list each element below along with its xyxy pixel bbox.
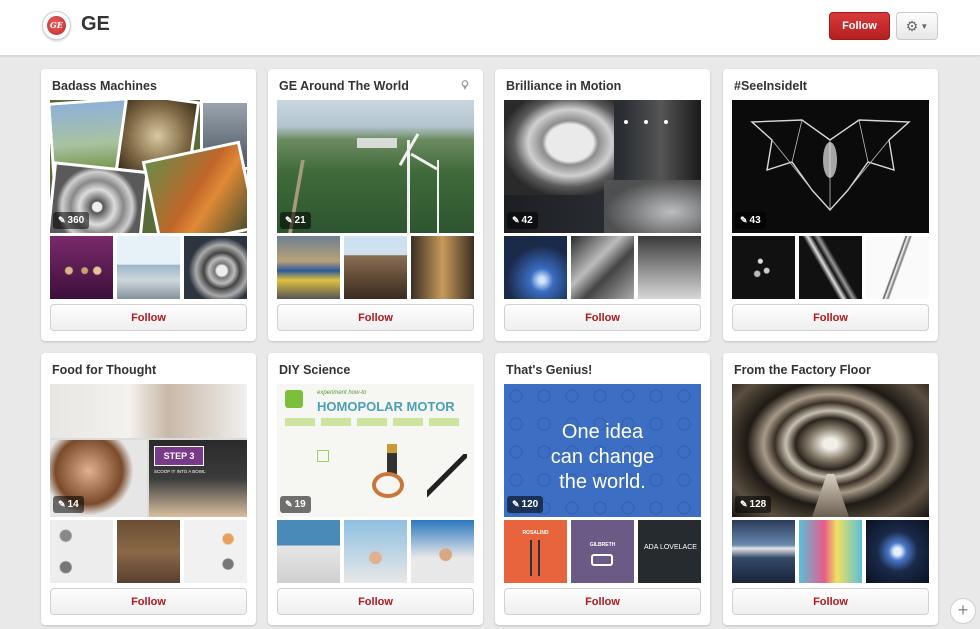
board-thumbnail[interactable] — [184, 236, 247, 299]
board-thumbnail[interactable] — [50, 236, 113, 299]
board-thumbnail[interactable] — [184, 520, 247, 583]
board-thumbnail[interactable]: ROSALIND — [504, 520, 567, 583]
board-follow-button[interactable]: Follow — [50, 588, 247, 615]
pin-count-badge: ✎ 21 — [280, 212, 311, 229]
board-thumbnail[interactable] — [799, 236, 862, 299]
board-card[interactable]: GE Around The World ✎ 21 Follow — [268, 69, 483, 341]
pin-count-badge: ✎ 360 — [53, 212, 90, 229]
board-thumbnail[interactable] — [732, 236, 795, 299]
pin-icon: ✎ — [512, 499, 520, 509]
board-thumbnail[interactable] — [799, 520, 862, 583]
board-thumbnail[interactable] — [866, 520, 929, 583]
ge-logo[interactable]: GE — [42, 11, 71, 40]
pin-icon: ✎ — [285, 215, 293, 225]
board-thumbnail[interactable] — [504, 236, 567, 299]
board-card[interactable]: Food for Thought STEP 3 SCOOP IT INTO A … — [41, 353, 256, 625]
board-thumbnail[interactable] — [117, 520, 180, 583]
board-title[interactable]: From the Factory Floor — [734, 363, 871, 377]
pin-count-badge: ✎ 19 — [280, 496, 311, 513]
pin-count-badge: ✎ 120 — [507, 496, 544, 513]
board-title[interactable]: Badass Machines — [52, 79, 157, 93]
board-title[interactable]: Food for Thought — [52, 363, 156, 377]
genius-line-2: can change — [550, 446, 655, 468]
board-card[interactable]: That's Genius! One idea can change the w… — [495, 353, 710, 625]
pin-icon: ✎ — [58, 499, 66, 509]
board-thumbnail[interactable] — [411, 520, 474, 583]
board-thumbnail[interactable] — [411, 236, 474, 299]
pin-icon: ✎ — [740, 215, 748, 225]
pin-icon: ✎ — [58, 215, 66, 225]
board-thumbnail[interactable] — [277, 236, 340, 299]
diy-heading: HOMOPOLAR MOTOR — [317, 399, 455, 414]
board-thumbnail[interactable] — [638, 236, 701, 299]
pin-icon: ✎ — [285, 499, 293, 509]
diy-subheading: experiment how-to — [317, 390, 367, 396]
board-follow-button[interactable]: Follow — [277, 304, 474, 331]
board-thumbnail[interactable] — [277, 520, 340, 583]
board-follow-button[interactable]: Follow — [504, 588, 701, 615]
pin-count-badge: ✎ 128 — [735, 496, 772, 513]
board-title[interactable]: #SeeInsideIt — [734, 79, 807, 93]
pin-count-badge: ✎ 42 — [507, 212, 538, 229]
board-follow-button[interactable]: Follow — [277, 588, 474, 615]
pin-icon: ✎ — [740, 499, 748, 509]
board-title[interactable]: That's Genius! — [506, 363, 592, 377]
pin-count-badge: ✎ 43 — [735, 212, 766, 229]
step-caption: SCOOP IT INTO A BOWL — [154, 469, 206, 474]
board-thumbnail[interactable] — [344, 520, 407, 583]
plus-icon: + — [957, 600, 969, 620]
board-follow-button[interactable]: Follow — [50, 304, 247, 331]
pin-icon: ✎ — [512, 215, 520, 225]
board-title[interactable]: Brilliance in Motion — [506, 79, 621, 93]
board-thumbnail[interactable]: GILBRETH — [571, 520, 634, 583]
follow-all-button[interactable]: Follow — [829, 12, 890, 40]
board-title[interactable]: GE Around The World — [279, 79, 409, 93]
settings-menu-button[interactable]: ⚙ ▼ — [896, 12, 938, 40]
board-thumbnail[interactable] — [50, 520, 113, 583]
board-card[interactable]: #SeeInsideIt ✎ 43 Follow — [723, 69, 938, 341]
step-label: STEP 3 — [154, 446, 204, 466]
profile-header: GE GE Follow ⚙ ▼ — [0, 0, 980, 56]
pin-count-badge: ✎ 14 — [53, 496, 84, 513]
board-follow-button[interactable]: Follow — [732, 588, 929, 615]
board-card[interactable]: Badass Machines ✎ 360 Follow — [41, 69, 256, 341]
board-thumbnail[interactable] — [866, 236, 929, 299]
profile-name[interactable]: GE — [81, 13, 110, 36]
genius-line-3: the world. — [559, 471, 646, 493]
board-thumbnail[interactable] — [732, 520, 795, 583]
add-pin-button[interactable]: + — [950, 598, 976, 624]
chevron-down-icon: ▼ — [920, 21, 929, 31]
board-title[interactable]: DIY Science — [279, 363, 350, 377]
board-thumbnail[interactable]: ADA LOVELACE — [638, 520, 701, 583]
gear-icon: ⚙ — [905, 17, 919, 34]
board-thumbnail[interactable] — [571, 236, 634, 299]
board-follow-button[interactable]: Follow — [732, 304, 929, 331]
location-icon — [461, 80, 469, 90]
genius-line-1: One idea — [561, 421, 644, 443]
board-card[interactable]: From the Factory Floor ✎ 128 Follow — [723, 353, 938, 625]
board-card[interactable]: Brilliance in Motion ✎ 42 Follow — [495, 69, 710, 341]
board-thumbnail[interactable] — [117, 236, 180, 299]
board-follow-button[interactable]: Follow — [504, 304, 701, 331]
board-thumbnail[interactable] — [344, 236, 407, 299]
board-card[interactable]: DIY Science experiment how-to HOMOPOLAR … — [268, 353, 483, 625]
